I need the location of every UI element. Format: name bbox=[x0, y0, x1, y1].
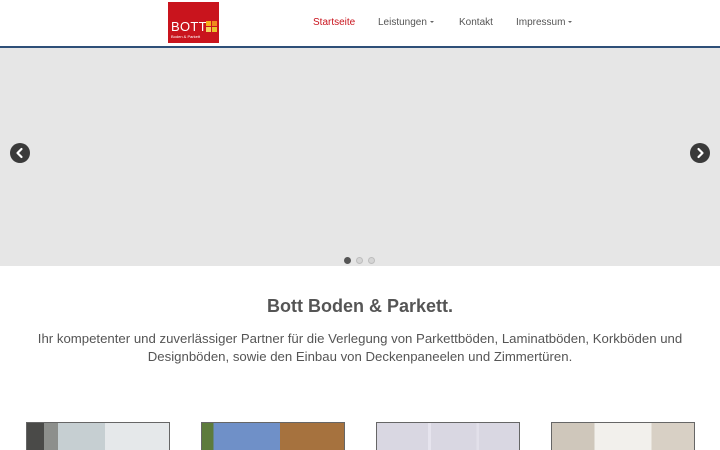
caret-down-icon bbox=[429, 21, 434, 23]
carousel-indicator-2[interactable] bbox=[356, 257, 363, 264]
image-carousel bbox=[0, 48, 720, 266]
nav-item-startseite[interactable]: Startseite bbox=[313, 17, 355, 28]
brand-tagline: Boden & Parkett bbox=[171, 34, 201, 39]
page-headline: Bott Boden & Parkett. bbox=[266, 296, 453, 316]
service-thumbnail-3[interactable] bbox=[376, 422, 520, 450]
carousel-indicator-1[interactable] bbox=[344, 257, 351, 264]
nav-item-impressum[interactable]: Impressum bbox=[516, 17, 573, 28]
service-thumbnail-4[interactable] bbox=[551, 422, 695, 450]
brand-name: BOTT bbox=[171, 19, 207, 34]
chevron-left-icon bbox=[16, 147, 23, 159]
intro-text: Ihr kompetenter und zuverlässiger Partne… bbox=[37, 331, 683, 364]
nav-item-label: Startseite bbox=[313, 17, 356, 28]
caret-down-icon bbox=[568, 21, 573, 23]
carousel-indicator-3[interactable] bbox=[368, 257, 375, 264]
brand-logo[interactable]: BOTT Boden & Parkett bbox=[168, 2, 219, 43]
chevron-right-icon bbox=[697, 147, 704, 159]
carousel-next-button[interactable] bbox=[690, 143, 710, 163]
service-thumbnail-1[interactable] bbox=[26, 422, 170, 450]
nav-item-leistungen[interactable]: Leistungen bbox=[378, 17, 434, 28]
square-grid-logo-icon bbox=[206, 21, 217, 32]
nav-item-label: Leistungen bbox=[378, 17, 427, 28]
nav-item-kontakt[interactable]: Kontakt bbox=[459, 17, 493, 28]
carousel-prev-button[interactable] bbox=[10, 143, 30, 163]
service-thumbnail-2[interactable] bbox=[201, 422, 345, 450]
nav-item-label: Impressum bbox=[516, 17, 566, 28]
navbar: BOTT Boden & Parkett Startseite Leistung… bbox=[0, 0, 720, 48]
nav-item-label: Kontakt bbox=[459, 17, 493, 28]
